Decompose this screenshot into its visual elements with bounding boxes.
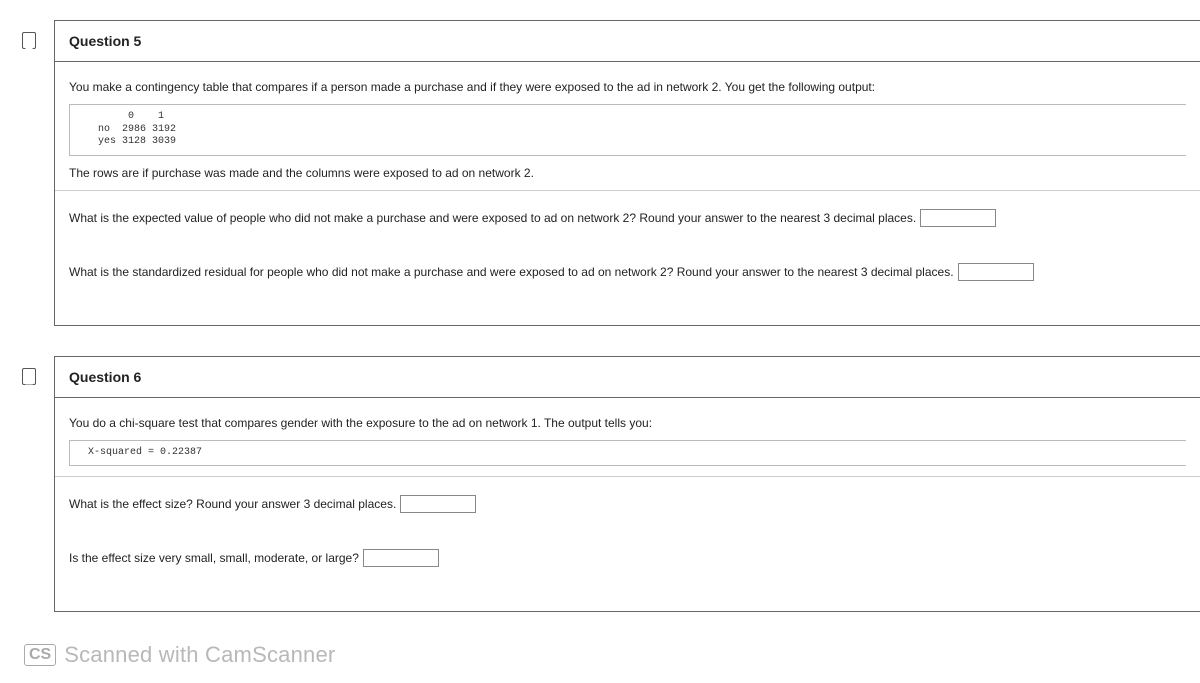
q5-rows-note: The rows are if purchase was made and th… bbox=[69, 166, 1186, 180]
question-6-row: Question 6 You do a chi-square test that… bbox=[22, 356, 1200, 613]
q5-part1-text: What is the expected value of people who… bbox=[69, 211, 916, 225]
q6-output-code: X-squared = 0.22387 bbox=[69, 440, 1186, 467]
question-6-title: Question 6 bbox=[69, 369, 141, 385]
q6-part2-text: Is the effect size very small, small, mo… bbox=[69, 551, 359, 565]
question-6-box: Question 6 You do a chi-square test that… bbox=[54, 356, 1200, 613]
q6-part2-input[interactable] bbox=[363, 549, 439, 567]
q5-part2-line: What is the standardized residual for pe… bbox=[69, 263, 1186, 281]
q5-part1-input[interactable] bbox=[920, 209, 996, 227]
bookmark-icon[interactable] bbox=[22, 32, 36, 49]
q5-output-table: 0 1 no 2986 3192 yes 3128 3039 bbox=[69, 104, 1186, 156]
q6-part1-input[interactable] bbox=[400, 495, 476, 513]
q5-part2-text: What is the standardized residual for pe… bbox=[69, 265, 954, 279]
question-5-row: Question 5 You make a contingency table … bbox=[22, 20, 1200, 326]
question-5-header: Question 5 bbox=[55, 21, 1200, 62]
question-5-box: Question 5 You make a contingency table … bbox=[54, 20, 1200, 326]
question-6-header: Question 6 bbox=[55, 357, 1200, 398]
camscanner-watermark: CS Scanned with CamScanner bbox=[24, 642, 1200, 668]
q5-part2-input[interactable] bbox=[958, 263, 1034, 281]
q6-part2-line: Is the effect size very small, small, mo… bbox=[69, 549, 1186, 567]
q6-intro-text: You do a chi-square test that compares g… bbox=[69, 416, 1186, 430]
cs-badge-icon: CS bbox=[24, 644, 56, 666]
divider bbox=[55, 476, 1200, 477]
q6-part1-line: What is the effect size? Round your answ… bbox=[69, 495, 1186, 513]
question-5-title: Question 5 bbox=[69, 33, 141, 49]
q5-part1-line: What is the expected value of people who… bbox=[69, 209, 1186, 227]
q5-intro-text: You make a contingency table that compar… bbox=[69, 80, 1186, 94]
bookmark-icon[interactable] bbox=[22, 368, 36, 385]
divider bbox=[55, 190, 1200, 191]
watermark-text: Scanned with CamScanner bbox=[64, 642, 335, 668]
q6-part1-text: What is the effect size? Round your answ… bbox=[69, 497, 396, 511]
